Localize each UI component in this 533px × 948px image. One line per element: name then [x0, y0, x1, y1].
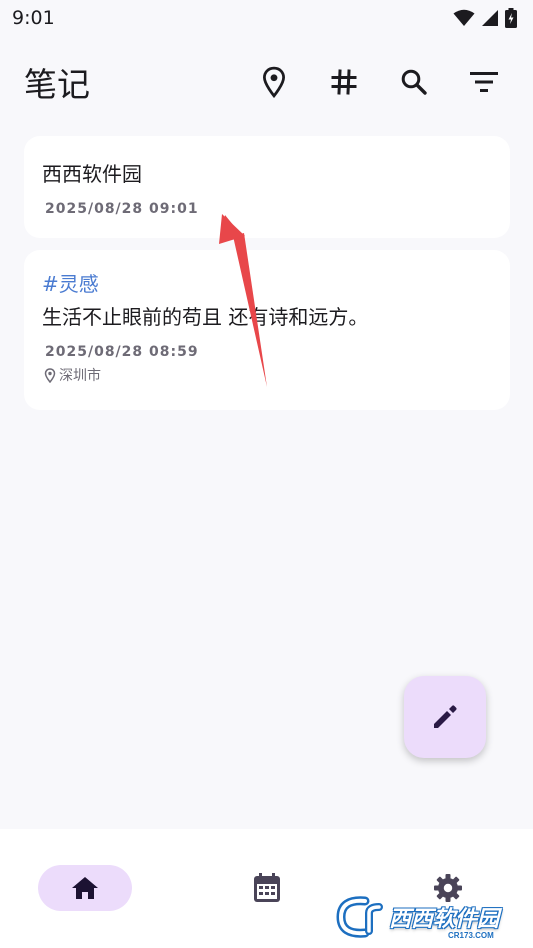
- watermark-subtext: CR173.COM: [448, 931, 494, 940]
- signal-icon: [482, 10, 498, 26]
- note-location: 深圳市: [44, 365, 492, 385]
- sort-filter-button[interactable]: [449, 52, 519, 112]
- nav-calendar[interactable]: [220, 865, 314, 911]
- note-tag[interactable]: #灵感: [42, 250, 492, 297]
- new-note-fab[interactable]: [404, 676, 486, 758]
- status-time: 9:01: [12, 7, 55, 29]
- status-bar: 9:01: [0, 0, 533, 36]
- note-title: 西西软件园: [42, 162, 142, 186]
- home-icon: [72, 877, 98, 899]
- status-icons: [453, 8, 517, 28]
- note-date: 2025/08/28 09:01: [45, 201, 199, 217]
- tag-filter-button[interactable]: [309, 52, 379, 112]
- app-actions: [239, 52, 519, 112]
- app-bar: 笔记: [0, 52, 533, 112]
- search-icon: [401, 69, 427, 95]
- filter-icon: [470, 72, 498, 92]
- watermark-main-text: 西西软件园: [389, 907, 500, 932]
- note-title: 生活不止眼前的苟且 还有诗和远方。: [42, 305, 369, 329]
- note-location-text: 深圳市: [59, 368, 101, 384]
- search-button[interactable]: [379, 52, 449, 112]
- note-card[interactable]: #灵感 生活不止眼前的苟且 还有诗和远方。 2025/08/28 08:59 深…: [24, 250, 510, 410]
- calendar-icon: [254, 873, 280, 902]
- wifi-icon: [453, 9, 475, 26]
- watermark-text: 西西软件园: [389, 901, 499, 933]
- page-title: 笔记: [24, 65, 90, 104]
- location-filter-button[interactable]: [239, 52, 309, 112]
- location-pin-small-icon: [44, 367, 56, 383]
- note-card[interactable]: 西西软件园 2025/08/28 09:01: [24, 136, 510, 238]
- battery-charging-icon: [505, 8, 517, 28]
- location-pin-icon: [263, 66, 285, 98]
- note-date: 2025/08/28 08:59: [45, 344, 199, 360]
- edit-pencil-icon: [434, 705, 457, 728]
- nav-home[interactable]: [38, 865, 132, 911]
- watermark-cr-icon: [336, 896, 383, 938]
- hashtag-icon: [331, 69, 357, 95]
